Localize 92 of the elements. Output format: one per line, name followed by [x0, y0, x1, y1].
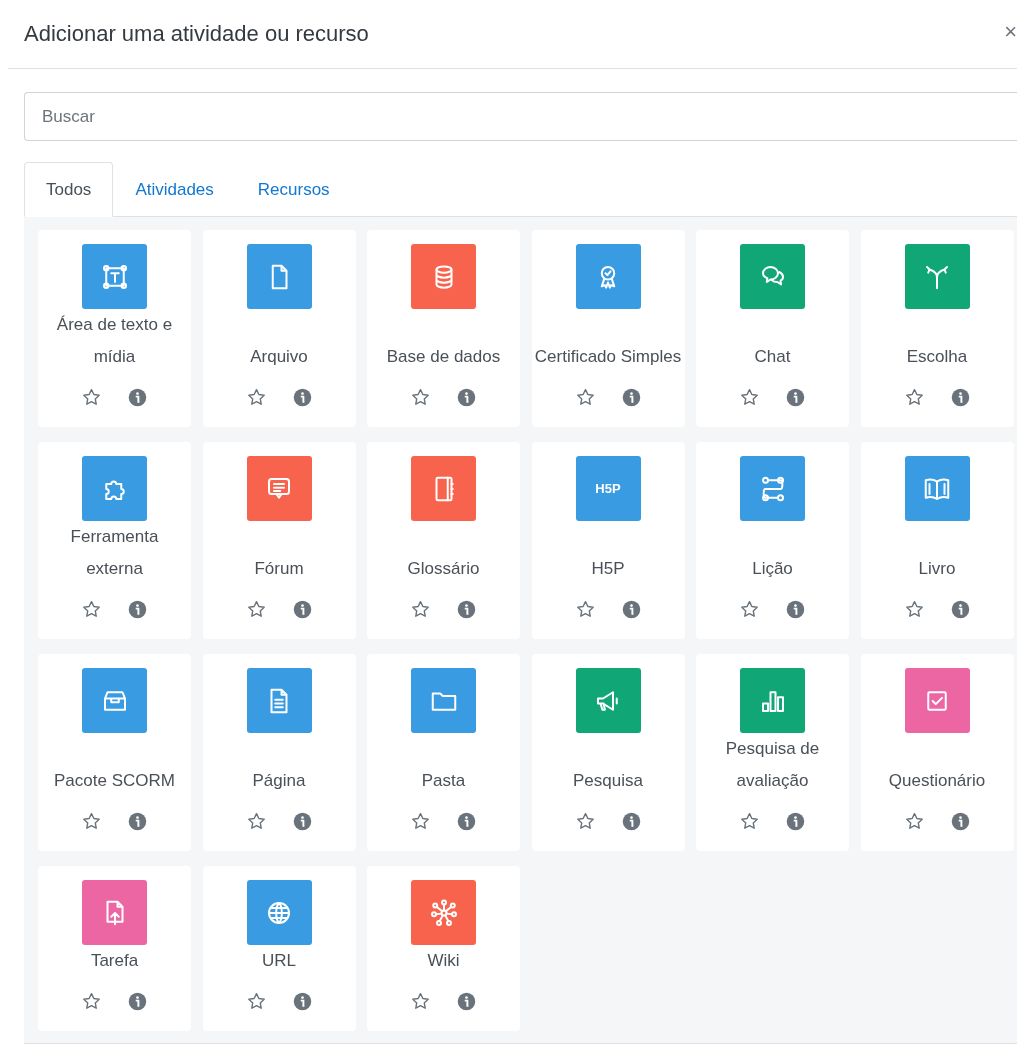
activity-name: Tarefa	[89, 950, 140, 972]
activity-card[interactable]: H5P H5P	[531, 442, 685, 639]
activity-name: Fórum	[253, 558, 305, 580]
info-icon[interactable]	[456, 386, 477, 408]
activity-card[interactable]: Glossário	[367, 442, 520, 639]
activity-card[interactable]: Livro	[860, 442, 1014, 639]
star-icon[interactable]	[739, 810, 760, 832]
star-icon[interactable]	[410, 810, 431, 832]
info-icon[interactable]	[127, 386, 148, 408]
activity-name: Arquivo	[249, 346, 309, 368]
star-icon[interactable]	[903, 810, 925, 832]
star-icon[interactable]	[245, 810, 267, 832]
info-icon[interactable]	[949, 810, 971, 832]
info-icon[interactable]	[949, 386, 971, 408]
star-icon[interactable]	[245, 386, 267, 408]
tab[interactable]: Todos	[24, 162, 114, 217]
activity-card[interactable]: Pacote SCORM	[38, 654, 191, 851]
info-icon[interactable]	[127, 598, 148, 620]
activity-name: Questionário	[887, 770, 987, 792]
star-icon[interactable]	[81, 810, 102, 832]
activity-name: Pasta	[420, 770, 467, 792]
activity-name: H5P	[590, 558, 626, 580]
logo-tile: H5P	[575, 456, 641, 521]
activity-card[interactable]: Área de texto e mídia	[38, 230, 191, 427]
info-icon[interactable]	[785, 598, 806, 620]
star-icon[interactable]	[245, 598, 267, 620]
info-icon[interactable]	[620, 598, 642, 620]
activity-card[interactable]: Fórum	[202, 442, 356, 639]
star-icon[interactable]	[410, 386, 431, 408]
activity-name: Página	[251, 770, 307, 792]
activity-name: Pacote SCORM	[53, 770, 176, 792]
star-icon[interactable]	[739, 386, 760, 408]
star-icon[interactable]	[574, 386, 596, 408]
info-icon[interactable]	[785, 386, 806, 408]
activity-name: Glossário	[406, 558, 481, 580]
star-icon[interactable]	[81, 386, 102, 408]
modal-title: Adicionar uma atividade ou recurso	[24, 20, 369, 48]
activity-card[interactable]: Ferramenta externa	[38, 442, 191, 639]
activity-name: Ferramenta externa	[69, 526, 160, 580]
activity-card[interactable]: URL	[202, 866, 356, 1031]
activity-name: Chat	[753, 346, 792, 368]
activity-name: Wiki	[426, 950, 461, 972]
activity-name: Certificado Simples	[533, 346, 683, 368]
info-icon[interactable]	[291, 598, 313, 620]
info-icon[interactable]	[456, 598, 477, 620]
info-icon[interactable]	[785, 810, 806, 832]
star-icon[interactable]	[739, 598, 760, 620]
info-icon[interactable]	[456, 990, 477, 1012]
activity-card[interactable]: Wiki	[367, 866, 520, 1031]
activity-name: Livro	[917, 558, 957, 580]
info-icon[interactable]	[291, 990, 313, 1012]
info-icon[interactable]	[620, 386, 642, 408]
star-icon[interactable]	[245, 990, 267, 1012]
activity-card[interactable]: Base de dados	[367, 230, 520, 427]
activity-name: Área de texto e mídia	[55, 314, 174, 368]
info-icon[interactable]	[127, 990, 148, 1012]
info-icon[interactable]	[291, 810, 313, 832]
activity-card[interactable]: Tarefa	[38, 866, 191, 1031]
star-icon[interactable]	[574, 810, 596, 832]
info-icon[interactable]	[949, 598, 971, 620]
activity-card[interactable]: Lição	[696, 442, 849, 639]
activity-name: Lição	[751, 558, 794, 580]
tab[interactable]: Recursos	[235, 162, 352, 217]
info-icon[interactable]	[291, 386, 313, 408]
info-icon[interactable]	[456, 810, 477, 832]
activity-card[interactable]: Página	[202, 654, 356, 851]
activity-card[interactable]: Questionário	[860, 654, 1014, 851]
activity-card[interactable]: Pasta	[367, 654, 520, 851]
info-icon[interactable]	[620, 810, 642, 832]
star-icon[interactable]	[903, 386, 925, 408]
star-icon[interactable]	[81, 598, 102, 620]
activity-card[interactable]: Escolha	[860, 230, 1014, 427]
activity-card[interactable]: Arquivo	[202, 230, 356, 427]
info-icon[interactable]	[127, 810, 148, 832]
activity-name: Escolha	[905, 346, 969, 368]
network-icon	[428, 897, 459, 928]
star-icon[interactable]	[410, 598, 431, 620]
activity-name: URL	[261, 950, 297, 972]
activity-card[interactable]: Pesquisa	[531, 654, 685, 851]
tab[interactable]: Atividades	[113, 162, 236, 217]
activity-name: Pesquisa	[572, 770, 644, 792]
activity-card[interactable]: Certificado Simples	[531, 230, 685, 427]
star-icon[interactable]	[81, 990, 102, 1012]
star-icon[interactable]	[574, 598, 596, 620]
star-icon[interactable]	[903, 598, 925, 620]
search-field[interactable]: Buscar	[24, 92, 1017, 141]
activity-card[interactable]: Chat	[696, 230, 849, 427]
star-icon[interactable]	[410, 990, 431, 1012]
activity-name: Pesquisa de avaliação	[724, 738, 821, 792]
close-button[interactable]: ×	[1004, 21, 1017, 47]
activity-name: Base de dados	[385, 346, 502, 368]
activity-card[interactable]: Pesquisa de avaliação	[696, 654, 849, 851]
